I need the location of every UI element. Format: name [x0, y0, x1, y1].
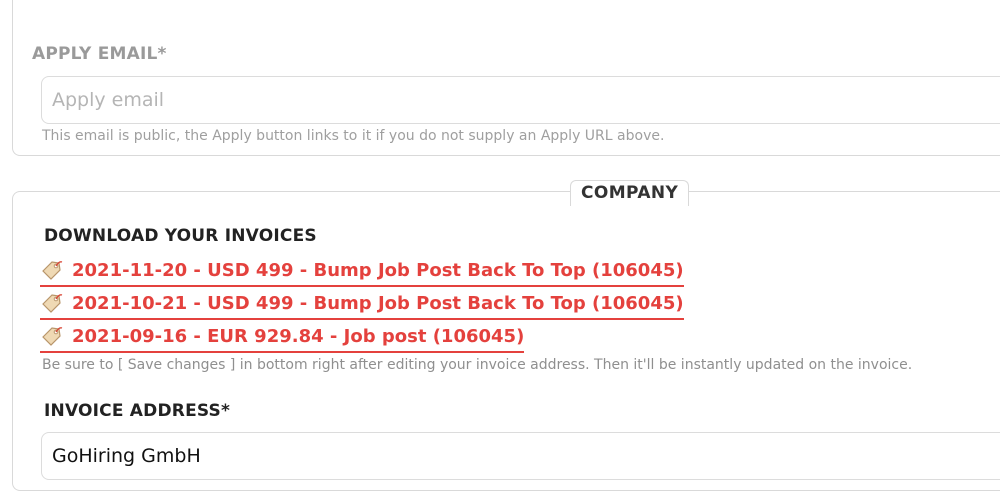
apply-email-help-text: This email is public, the Apply button l… — [42, 128, 665, 144]
price-tag-icon — [40, 292, 64, 314]
price-tag-icon — [40, 259, 64, 281]
invoices-heading: DOWNLOAD YOUR INVOICES — [44, 226, 317, 246]
invoice-link-label: 2021-09-16 - EUR 929.84 - Job post (1060… — [72, 325, 525, 347]
invoice-note: Be sure to [ Save changes ] in bottom ri… — [42, 357, 913, 373]
apply-email-input[interactable] — [41, 76, 1000, 124]
invoice-address-input[interactable] — [41, 432, 1000, 480]
company-section-title: COMPANY — [570, 180, 690, 206]
apply-email-label: APPLY EMAIL* — [32, 44, 167, 64]
invoice-link-label: 2021-10-21 - USD 499 - Bump Job Post Bac… — [72, 292, 684, 314]
invoice-link-label: 2021-11-20 - USD 499 - Bump Job Post Bac… — [72, 259, 684, 281]
invoice-address-label: INVOICE ADDRESS* — [44, 401, 231, 421]
invoice-link[interactable]: 2021-10-21 - USD 499 - Bump Job Post Bac… — [40, 288, 684, 320]
invoice-link[interactable]: 2021-09-16 - EUR 929.84 - Job post (1060… — [40, 321, 525, 353]
price-tag-icon — [40, 325, 64, 347]
invoice-link[interactable]: 2021-11-20 - USD 499 - Bump Job Post Bac… — [40, 255, 684, 287]
